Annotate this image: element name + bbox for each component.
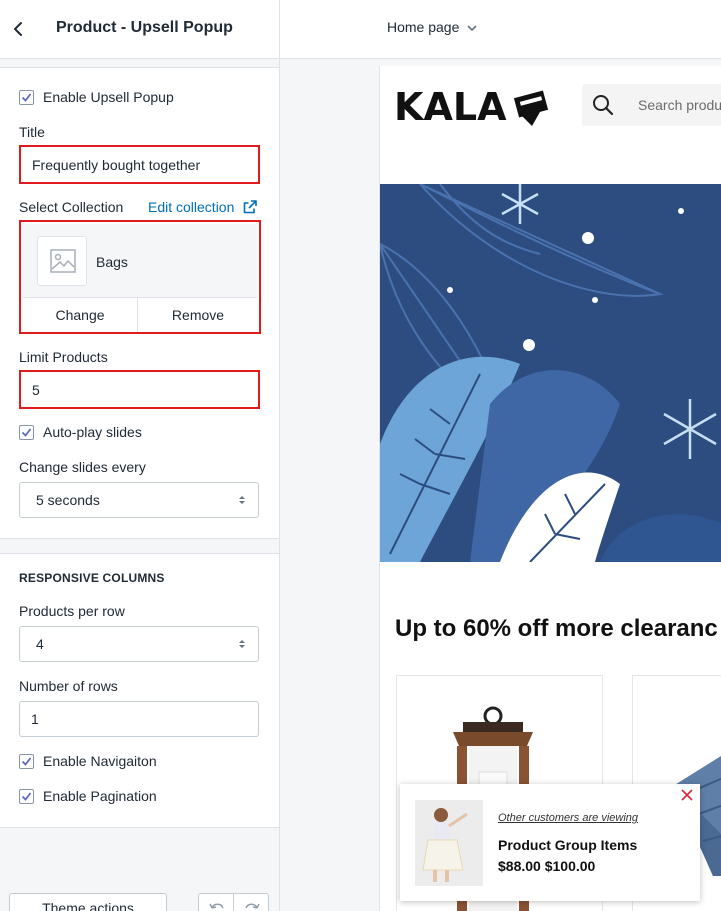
enable-pagination-checkbox[interactable] [19,789,34,804]
popup-product-image [415,800,483,886]
search-bar[interactable]: Search produ [582,84,721,126]
limit-products-input[interactable]: 5 [19,370,260,409]
change-slides-value: 5 seconds [36,492,100,508]
redo-button[interactable] [233,893,269,911]
undo-button[interactable] [198,893,234,911]
editor-topbar: Home page [280,0,721,59]
section-heading: Up to 60% off more clearanc [395,615,718,642]
popup-compare-price: $100.00 [544,858,596,874]
collection-picker: Bags Change Remove [19,220,261,334]
sidebar-header: Product - Upsell Popup [0,0,279,59]
image-placeholder-icon [50,249,76,273]
section-title: Product - Upsell Popup [56,19,233,36]
winter-leaves-illustration [380,184,721,562]
back-arrow-icon[interactable] [10,19,28,41]
edit-collection-link[interactable]: Edit collection [148,199,257,215]
select-arrows-icon [239,640,245,648]
enable-upsell-checkbox[interactable] [19,90,34,105]
theme-actions-button[interactable]: Theme actions [9,893,167,911]
products-per-row-label: Products per row [19,603,125,619]
undo-icon [209,903,224,909]
number-of-rows-input[interactable]: 1 [19,701,259,737]
title-label: Title [19,124,45,140]
enable-upsell-label: Enable Upsell Popup [43,89,174,105]
theme-editor-sidebar: Product - Upsell Popup Enable Upsell Pop… [0,0,280,911]
collection-preview: Bags [23,224,257,298]
enable-navigation-checkbox[interactable] [19,754,34,769]
upsell-popup[interactable]: Other customers are viewing Product Grou… [400,784,700,901]
page-selector[interactable]: Home page [387,19,477,35]
limit-products-label: Limit Products [19,349,108,365]
responsive-columns-heading: RESPONSIVE COLUMNS [19,571,165,585]
select-collection-label: Select Collection [19,199,124,215]
change-slides-label: Change slides every [19,459,146,475]
search-placeholder: Search produ [638,97,721,113]
title-input[interactable]: Frequently bought together [19,145,260,184]
change-slides-select[interactable]: 5 seconds [19,482,259,518]
remove-collection-button[interactable]: Remove [139,298,257,332]
popup-product-title[interactable]: Product Group Items [498,837,637,853]
storefront-preview: KALA Search produ Up to 60% off more cle… [379,66,721,911]
select-arrows-icon [239,496,245,504]
enable-pagination-label: Enable Pagination [43,788,157,804]
popup-product-price: $88.00 $100.00 [498,858,595,874]
enable-navigation-label: Enable Navigaiton [43,753,157,769]
collection-name: Bags [96,254,128,270]
change-collection-button[interactable]: Change [23,298,138,332]
logo-text: KALA [394,85,507,128]
store-logo[interactable]: KALA [394,84,554,133]
redo-icon [245,903,260,909]
popup-price: $88.00 [498,858,541,874]
external-link-icon [243,200,257,214]
other-customers-viewing[interactable]: Other customers are viewing [498,812,638,824]
products-per-row-value: 4 [36,636,44,652]
number-of-rows-label: Number of rows [19,678,118,694]
search-icon [593,95,614,116]
autoplay-checkbox[interactable] [19,425,34,440]
chevron-down-icon [467,25,477,32]
edit-collection-text: Edit collection [148,199,235,215]
products-per-row-select[interactable]: 4 [19,626,259,662]
hero-banner[interactable] [380,184,721,562]
autoplay-label: Auto-play slides [43,424,142,440]
close-icon[interactable] [680,788,694,802]
collection-image-placeholder [37,236,87,286]
page-selector-label: Home page [387,19,460,35]
